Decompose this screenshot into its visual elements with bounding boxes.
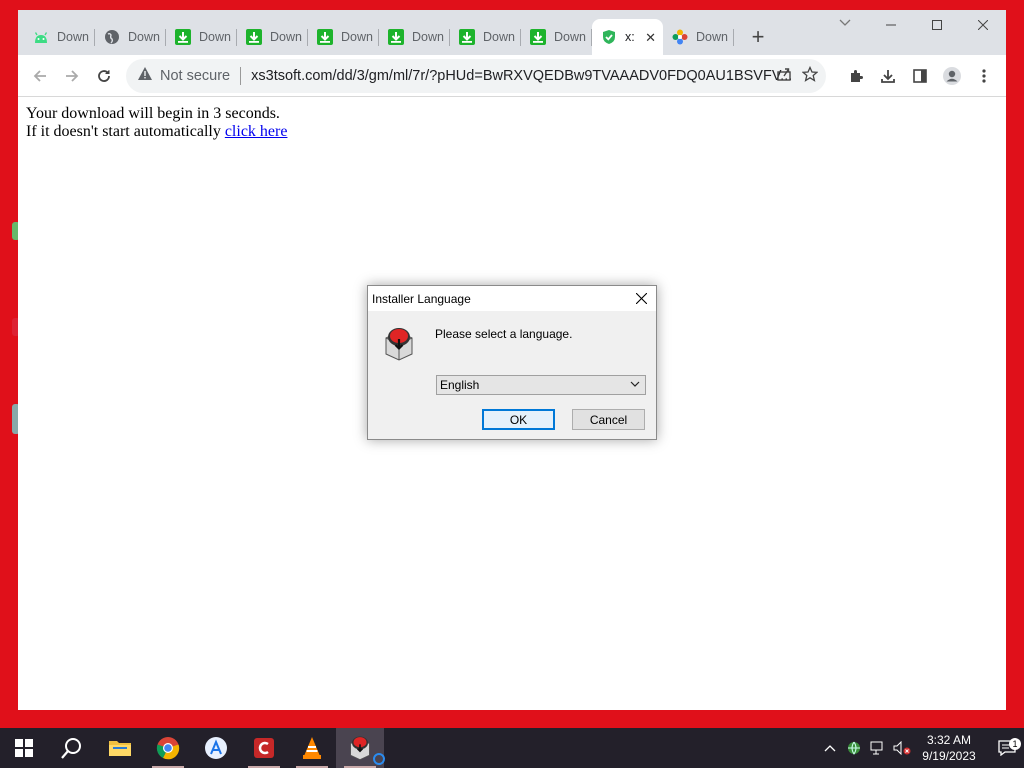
download-green-icon	[317, 29, 333, 45]
clock-date: 9/19/2023	[922, 749, 976, 763]
browser-tab[interactable]: Down	[521, 19, 592, 55]
download-green-icon	[175, 29, 191, 45]
side-panel-icon[interactable]	[904, 60, 936, 92]
dialog-close-icon[interactable]	[632, 289, 650, 307]
browser-tab-active[interactable]: x: ✕	[592, 19, 663, 55]
app-store-icon[interactable]	[192, 728, 240, 768]
address-bar[interactable]: Not secure xs3tsoft.com/dd/3/gm/ml/7r/?p…	[126, 58, 826, 93]
tab-title: Down	[57, 30, 89, 44]
browser-toolbar: Not secure xs3tsoft.com/dd/3/gm/ml/7r/?p…	[18, 55, 1006, 97]
file-explorer-icon[interactable]	[96, 728, 144, 768]
download-green-icon	[530, 29, 546, 45]
chevron-down-icon[interactable]	[629, 378, 641, 393]
tab-title: Down	[199, 30, 231, 44]
fallback-text: If it doesn't start automatically	[26, 123, 221, 140]
globe-icon	[104, 29, 120, 45]
display-network-icon[interactable]	[866, 741, 890, 755]
dialog-prompt: Please select a language.	[435, 327, 573, 341]
forward-arrow-icon[interactable]	[56, 60, 88, 92]
vlc-icon[interactable]	[288, 728, 336, 768]
start-icon[interactable]	[0, 728, 48, 768]
notification-icon[interactable]: 1	[990, 738, 1024, 756]
download-message: Your download will begin in 3 seconds.	[26, 105, 280, 122]
profile-icon[interactable]	[936, 60, 968, 92]
browser-tab[interactable]: Down	[166, 19, 237, 55]
notification-count: 1	[1009, 738, 1021, 750]
browser-tab[interactable]: Down	[24, 19, 95, 55]
browser-tab[interactable]: Down	[450, 19, 521, 55]
tab-title: Down	[341, 30, 373, 44]
tab-title: Down	[128, 30, 160, 44]
back-arrow-icon[interactable]	[24, 60, 56, 92]
installer-icon[interactable]	[336, 728, 386, 768]
close-icon[interactable]	[960, 10, 1006, 40]
tab-close-icon[interactable]: ✕	[645, 30, 656, 46]
dialog-titlebar[interactable]: Installer Language	[368, 286, 656, 311]
new-tab-button[interactable]: +	[742, 19, 774, 55]
download-green-icon	[388, 29, 404, 45]
minimize-icon[interactable]	[868, 10, 914, 40]
busy-cursor-icon	[372, 752, 386, 768]
extensions-icon[interactable]	[840, 60, 872, 92]
browser-tab[interactable]: Down	[237, 19, 308, 55]
chevron-up-icon[interactable]	[818, 744, 842, 752]
tab-title: Down	[696, 30, 728, 44]
language-select[interactable]: English	[436, 375, 646, 395]
click-here-link[interactable]: click here	[225, 123, 288, 140]
installer-language-dialog: Installer Language Please select a langu…	[367, 285, 657, 440]
clock[interactable]: 3:32 AM 9/19/2023	[914, 732, 984, 764]
tab-title: x:	[625, 30, 635, 44]
menu-kebab-icon[interactable]	[968, 60, 1000, 92]
tab-title: Down	[412, 30, 444, 44]
tab-title: Down	[483, 30, 515, 44]
cancel-button[interactable]: Cancel	[572, 409, 645, 430]
fallback-line: If it doesn't start automatically click …	[26, 123, 998, 141]
toolbar-right	[840, 60, 1000, 92]
clock-time: 3:32 AM	[926, 733, 972, 747]
dialog-title: Installer Language	[372, 291, 471, 306]
tab-search-icon[interactable]	[834, 16, 856, 34]
reload-icon[interactable]	[88, 60, 120, 92]
window-controls	[868, 10, 1006, 40]
flower-icon	[672, 29, 688, 45]
chrome-icon[interactable]	[144, 728, 192, 768]
omnibox-actions	[776, 59, 819, 93]
security-label[interactable]: Not secure	[160, 68, 230, 84]
maximize-icon[interactable]	[914, 10, 960, 40]
tab-title: Down	[270, 30, 302, 44]
ccleaner-icon[interactable]	[240, 728, 288, 768]
warning-icon[interactable]	[138, 67, 152, 84]
speaker-muted-icon[interactable]	[890, 741, 914, 755]
page-content: Your download will begin in 3 seconds. I…	[18, 97, 1006, 149]
taskbar: 3:32 AM 9/19/2023 1	[0, 728, 1024, 768]
installer-icon	[382, 326, 416, 362]
shield-check-icon	[601, 29, 617, 45]
url-text[interactable]: xs3tsoft.com/dd/3/gm/ml/7r/?pHUd=BwRXVQE…	[251, 68, 792, 84]
system-tray: 3:32 AM 9/19/2023 1	[818, 728, 1024, 768]
browser-tab[interactable]: Down	[663, 19, 734, 55]
android-icon	[33, 29, 49, 45]
ok-button[interactable]: OK	[482, 409, 555, 430]
download-icon[interactable]	[872, 60, 904, 92]
download-green-icon	[246, 29, 262, 45]
bookmark-star-icon[interactable]	[801, 65, 819, 86]
browser-tab[interactable]: Down	[95, 19, 166, 55]
share-icon[interactable]	[776, 66, 792, 86]
tab-title: Down	[554, 30, 586, 44]
search-icon[interactable]	[48, 728, 96, 768]
selected-language: English	[440, 378, 480, 392]
browser-tab[interactable]: Down	[379, 19, 450, 55]
download-green-icon	[459, 29, 475, 45]
tab-strip: Down Down Down Down Down Down Down Down …	[18, 10, 1006, 55]
browser-tab[interactable]: Down	[308, 19, 379, 55]
divider	[240, 66, 242, 85]
network-globe-icon[interactable]	[842, 740, 866, 756]
